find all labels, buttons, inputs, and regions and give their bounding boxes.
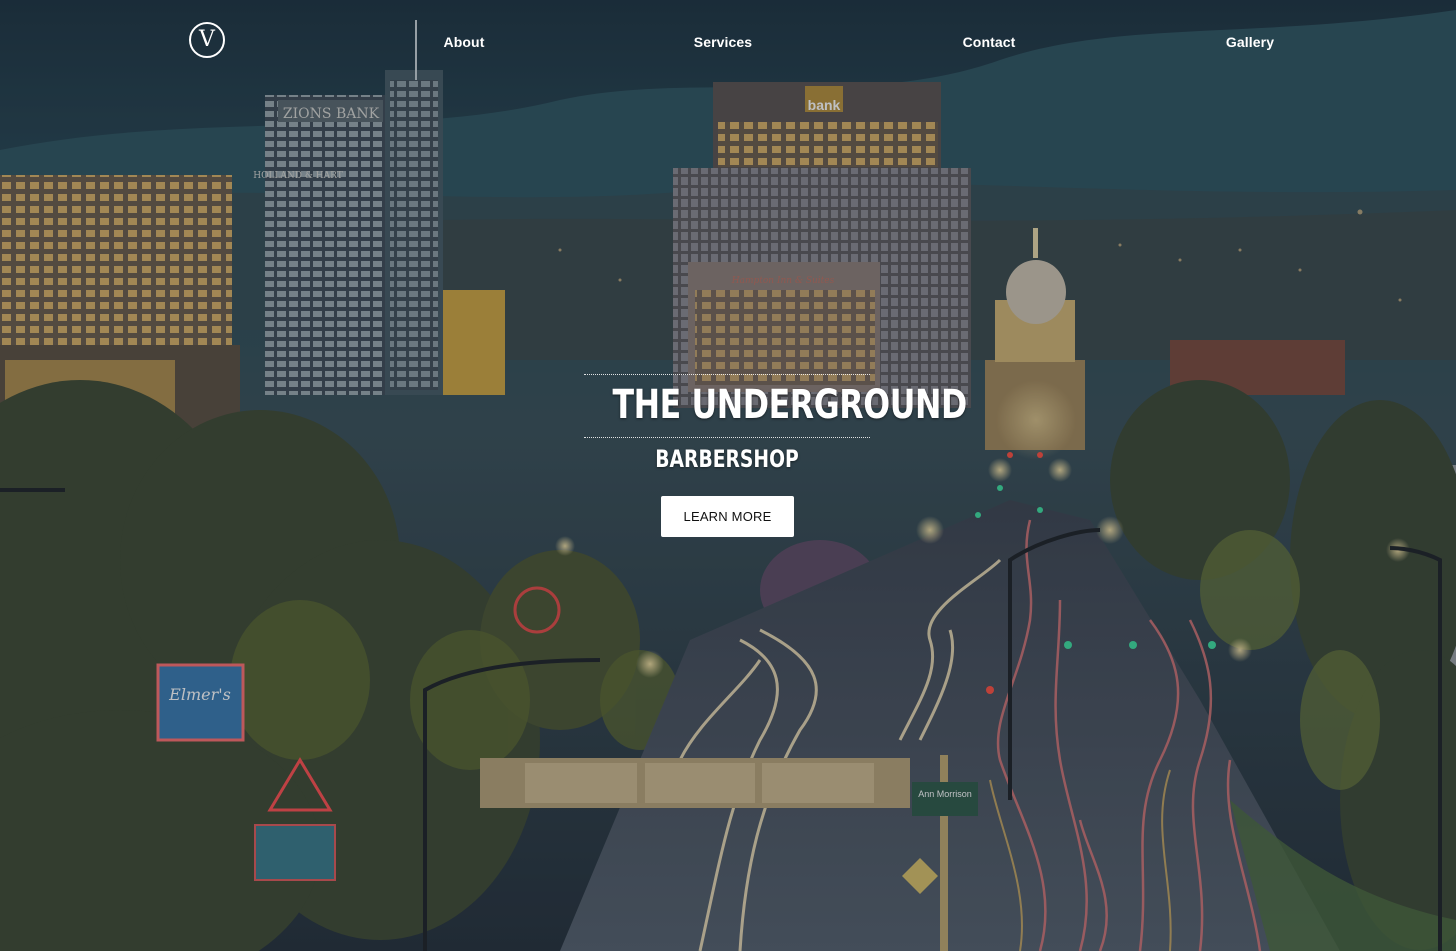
hero-title-block: THE UNDERGROUND BARBERSHOP (582, 374, 967, 474)
learn-more-button[interactable]: LEARN MORE (661, 496, 794, 537)
svg-text:ZIONS BANK: ZIONS BANK (283, 106, 380, 122)
svg-text:bank: bank (808, 97, 841, 113)
svg-text:Hampton Inn & Suites: Hampton Inn & Suites (731, 276, 835, 286)
nav-link-gallery[interactable]: Gallery (1226, 34, 1274, 50)
nav-link-contact[interactable]: Contact (963, 34, 1016, 50)
nav-link-about[interactable]: About (444, 34, 485, 50)
svg-text:Ann Morrison: Ann Morrison (918, 789, 972, 799)
hero-section: ZIONS BANK HOLLAND & HART bank Hampton I… (0, 0, 1456, 951)
svg-text:Elmer's: Elmer's (168, 685, 231, 704)
hero-subtitle: BARBERSHOP (655, 445, 799, 473)
hero-title: THE UNDERGROUND (612, 382, 967, 428)
v-circle-logo-icon[interactable]: V (189, 22, 225, 58)
dotted-divider-bottom (584, 437, 870, 438)
top-navigation: V About Services Contact Gallery (0, 0, 1456, 84)
svg-text:HOLLAND & HART: HOLLAND & HART (253, 171, 342, 181)
nav-link-services[interactable]: Services (694, 34, 752, 50)
logo-letter: V (199, 27, 215, 52)
city-background-image: ZIONS BANK HOLLAND & HART bank Hampton I… (0, 0, 1456, 951)
